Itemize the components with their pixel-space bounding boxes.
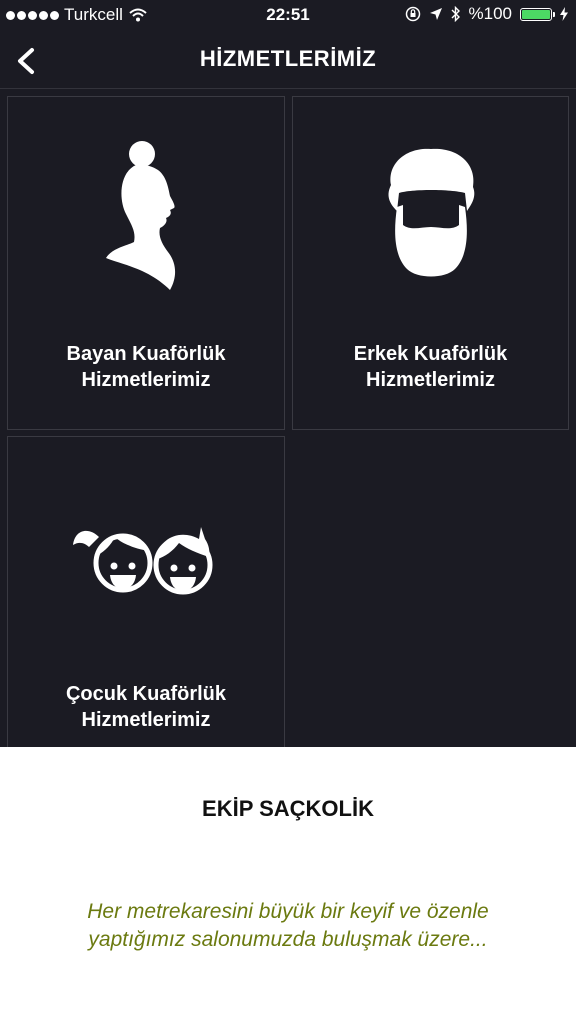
footer-panel: EKİP SAÇKOLİK Her metrekaresini büyük bi… (0, 747, 576, 1024)
status-right: %100 (405, 4, 568, 24)
service-title-line2: Hizmetlerimiz (81, 709, 211, 731)
page-title: HİZMETLERİMİZ (199, 46, 377, 71)
bearded-man-icon (293, 145, 568, 280)
status-bar: Turkcell 22:51 %100 (0, 0, 576, 30)
service-title-line2: Hizmetlerimiz (81, 369, 211, 391)
welcome-message: Her metrekaresini büyük bir keyif ve öze… (40, 898, 536, 954)
charging-bolt-icon (560, 7, 568, 21)
rotation-lock-icon (405, 6, 420, 22)
team-title: EKİP SAÇKOLİK (202, 796, 374, 821)
navigation-bar: HİZMETLERİMİZ (0, 30, 576, 89)
service-title-line1: Erkek Kuaförlük (353, 343, 508, 365)
welcome-line1: Her metrekaresini büyük bir keyif ve öze… (87, 900, 489, 923)
bluetooth-icon (451, 6, 460, 22)
service-tile-kids[interactable]: Çocuk Kuaförlük Hizmetlerimiz (7, 436, 285, 756)
service-tile-men[interactable]: Erkek Kuaförlük Hizmetlerimiz (292, 96, 569, 430)
service-label-kids: Çocuk Kuaförlük Hizmetlerimiz (8, 681, 284, 733)
children-faces-icon (8, 515, 284, 597)
welcome-line2: yaptığımız salonumuzda buluşmak üzere... (88, 928, 488, 951)
battery-icon (520, 7, 555, 21)
battery-level (522, 9, 550, 19)
woman-silhouette-icon (8, 140, 284, 290)
service-label-men: Erkek Kuaförlük Hizmetlerimiz (293, 341, 568, 393)
battery-percent: %100 (468, 4, 512, 23)
location-arrow-icon (429, 8, 442, 20)
service-title-line1: Çocuk Kuaförlük (65, 683, 227, 705)
service-title-line2: Hizmetlerimiz (366, 369, 495, 391)
service-title-line1: Bayan Kuaförlük (66, 343, 226, 365)
service-tile-women[interactable]: Bayan Kuaförlük Hizmetlerimiz (7, 96, 285, 430)
service-label-women: Bayan Kuaförlük Hizmetlerimiz (8, 341, 284, 393)
